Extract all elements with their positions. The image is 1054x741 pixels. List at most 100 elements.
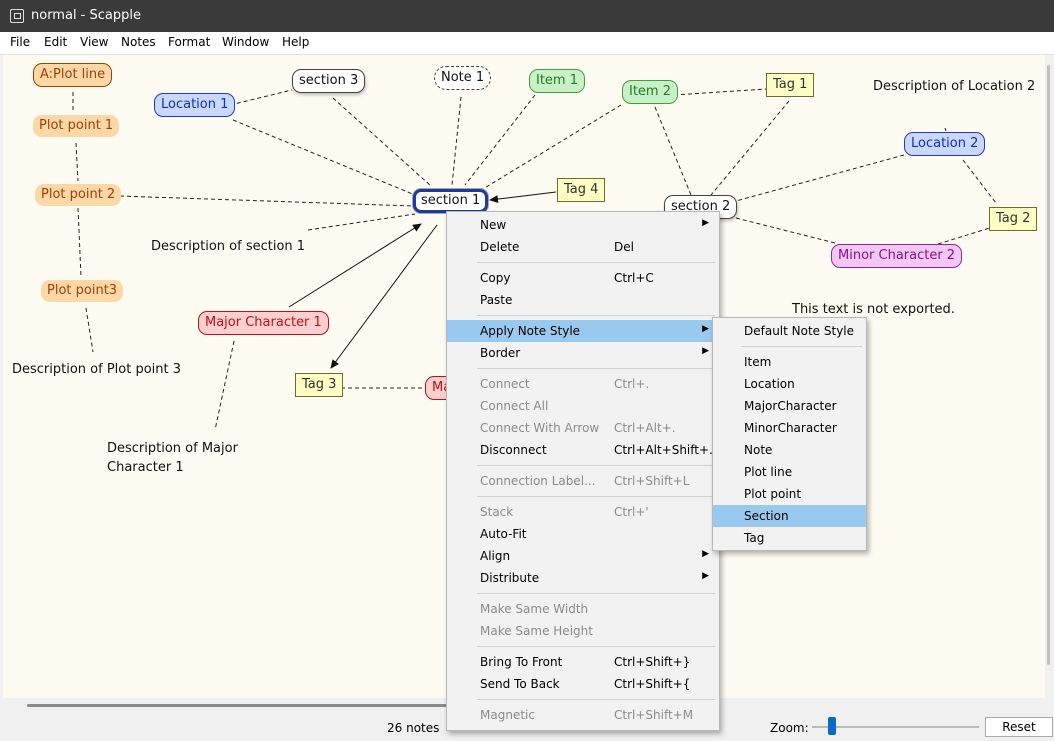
menu-item-new[interactable]: New ▶ <box>447 214 719 236</box>
menu-separator <box>477 262 715 263</box>
menu-separator <box>477 315 715 316</box>
menu-item-stack[interactable]: Stack Ctrl+' <box>447 501 719 523</box>
note-plot-point-1[interactable]: Plot point 1 <box>33 115 120 137</box>
style-item-default[interactable]: Default Note Style <box>713 320 866 342</box>
note-major-character-1[interactable]: Major Character 1 <box>198 311 329 335</box>
menu-item-make-same-width[interactable]: Make Same Width <box>447 598 719 620</box>
note-location-1[interactable]: Location 1 <box>154 93 236 117</box>
note-tag-1[interactable]: Tag 1 <box>766 73 815 97</box>
menu-item-bring-to-front-shortcut: Ctrl+Shift+} <box>614 655 691 669</box>
menu-item-align[interactable]: Align ▶ <box>447 545 719 567</box>
menu-item-disconnect[interactable]: Disconnect Ctrl+Alt+Shift+. <box>447 439 719 461</box>
note-item-1[interactable]: Item 1 <box>529 69 585 93</box>
menu-notes[interactable]: Notes <box>121 35 156 49</box>
note-plot-line[interactable]: A:Plot line <box>33 63 113 87</box>
menu-item-disconnect-shortcut: Ctrl+Alt+Shift+. <box>614 443 713 457</box>
style-item-location[interactable]: Location <box>713 373 866 395</box>
menu-item-make-same-width-label: Make Same Width <box>480 602 589 616</box>
menu-item-bring-to-front-label: Bring To Front <box>480 655 563 669</box>
note-section-1-selected[interactable]: section 1 <box>413 189 489 213</box>
menu-item-border[interactable]: Border ▶ <box>447 342 719 364</box>
menu-item-bring-to-front[interactable]: Bring To Front Ctrl+Shift+} <box>447 651 719 673</box>
note-desc-plot-point-3[interactable]: Description of Plot point 3 <box>12 362 181 378</box>
menu-item-connect-all-label: Connect All <box>480 399 549 413</box>
note-desc-major-character-1-line2[interactable]: Character 1 <box>107 460 184 476</box>
style-item-section-label: Section <box>744 509 789 523</box>
menu-item-connect-all[interactable]: Connect All <box>447 395 719 417</box>
menu-separator <box>741 346 862 347</box>
menu-item-connect-with-arrow[interactable]: Connect With Arrow Ctrl+Alt+. <box>447 417 719 439</box>
title-bar: normal - Scapple <box>0 0 1054 32</box>
menu-item-magnetic[interactable]: Magnetic Ctrl+Shift+M <box>447 704 719 726</box>
scapple-app-icon <box>10 9 24 23</box>
menu-item-send-to-back[interactable]: Send To Back Ctrl+Shift+{ <box>447 673 719 695</box>
note-desc-section-1[interactable]: Description of section 1 <box>151 239 305 255</box>
note-plot-point-3[interactable]: Plot point3 <box>41 280 124 302</box>
style-item-item[interactable]: Item <box>713 351 866 373</box>
menu-separator <box>477 465 715 466</box>
zoom-slider-thumb[interactable] <box>828 717 836 735</box>
style-item-plot-line[interactable]: Plot line <box>713 461 866 483</box>
zoom-slider-track[interactable] <box>812 726 979 728</box>
style-item-minor-character[interactable]: MinorCharacter <box>713 417 866 439</box>
menu-item-copy[interactable]: Copy Ctrl+C <box>447 267 719 289</box>
note-not-exported[interactable]: This text is not exported. <box>792 302 955 318</box>
chevron-right-icon: ▶ <box>702 346 709 356</box>
window-title: normal - Scapple <box>31 8 141 23</box>
note-desc-major-character-1-line1[interactable]: Description of Major <box>107 441 238 457</box>
note-count: 26 notes <box>387 721 440 735</box>
reset-zoom-button[interactable]: Reset <box>985 717 1053 737</box>
note-section-3[interactable]: section 3 <box>292 69 366 93</box>
menu-item-auto-fit[interactable]: Auto-Fit <box>447 523 719 545</box>
vertical-scrollbar[interactable] <box>1045 55 1053 698</box>
menu-file[interactable]: File <box>10 35 30 49</box>
menu-window[interactable]: Window <box>222 35 269 49</box>
note-location-2[interactable]: Location 2 <box>904 132 986 156</box>
menu-item-apply-note-style[interactable]: Apply Note Style ▶ <box>447 320 719 342</box>
menu-item-send-to-back-label: Send To Back <box>480 677 560 691</box>
menu-item-connect[interactable]: Connect Ctrl+. <box>447 373 719 395</box>
menu-view[interactable]: View <box>80 35 108 49</box>
menu-help[interactable]: Help <box>282 35 309 49</box>
style-item-note[interactable]: Note <box>713 439 866 461</box>
zoom-label: Zoom: <box>770 721 809 735</box>
vertical-scroll-thumb[interactable] <box>1047 65 1050 665</box>
chevron-right-icon: ▶ <box>702 324 709 334</box>
style-item-section[interactable]: Section <box>713 505 866 527</box>
note-tag-4[interactable]: Tag 4 <box>557 178 606 202</box>
menu-item-paste[interactable]: Paste <box>447 289 719 311</box>
note-tag-3[interactable]: Tag 3 <box>295 373 344 397</box>
note-tag-2[interactable]: Tag 2 <box>989 207 1038 231</box>
chevron-right-icon: ▶ <box>702 571 709 581</box>
note-plot-point-2[interactable]: Plot point 2 <box>35 184 122 206</box>
menu-item-copy-shortcut: Ctrl+C <box>614 271 654 285</box>
menu-separator <box>477 368 715 369</box>
menu-item-connection-label-shortcut: Ctrl+Shift+L <box>614 474 690 488</box>
menu-item-magnetic-shortcut: Ctrl+Shift+M <box>614 708 694 722</box>
menu-item-delete[interactable]: Delete Del <box>447 236 719 258</box>
menu-item-make-same-height[interactable]: Make Same Height <box>447 620 719 642</box>
menu-item-paste-label: Paste <box>480 293 513 307</box>
style-item-major-character[interactable]: MajorCharacter <box>713 395 866 417</box>
menu-format[interactable]: Format <box>168 35 210 49</box>
style-item-plot-line-label: Plot line <box>744 465 793 479</box>
style-item-plot-point[interactable]: Plot point <box>713 483 866 505</box>
menu-item-magnetic-label: Magnetic <box>480 708 535 722</box>
note-minor-character-2[interactable]: Minor Character 2 <box>831 244 963 268</box>
style-item-item-label: Item <box>744 355 772 369</box>
note-item-2[interactable]: Item 2 <box>622 80 678 104</box>
menu-item-connection-label[interactable]: Connection Label... Ctrl+Shift+L <box>447 470 719 492</box>
horizontal-scroll-thumb[interactable] <box>27 704 447 707</box>
note-desc-location-2[interactable]: Description of Location 2 <box>873 79 1035 95</box>
menu-item-distribute[interactable]: Distribute ▶ <box>447 567 719 589</box>
style-item-note-label: Note <box>744 443 773 457</box>
context-menu: New ▶ Delete Del Copy Ctrl+C Paste Apply No… <box>446 211 720 731</box>
menu-edit[interactable]: Edit <box>44 35 67 49</box>
menu-item-connect-with-arrow-shortcut: Ctrl+Alt+. <box>614 421 676 435</box>
menu-item-connect-shortcut: Ctrl+. <box>614 377 650 391</box>
menu-separator <box>477 699 715 700</box>
menu-item-make-same-height-label: Make Same Height <box>480 624 593 638</box>
menu-item-delete-label: Delete <box>480 240 520 254</box>
style-item-tag[interactable]: Tag <box>713 527 866 549</box>
note-note-1[interactable]: Note 1 <box>434 66 492 90</box>
